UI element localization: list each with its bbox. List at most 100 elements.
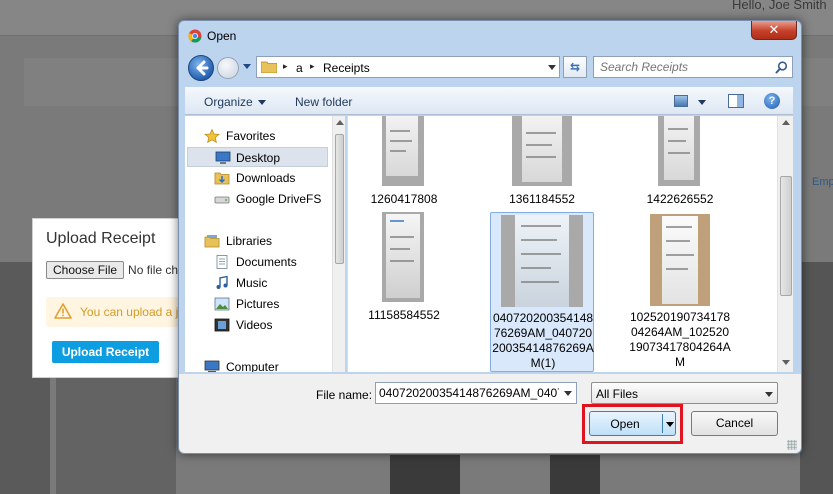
file-name-combobox[interactable] — [375, 382, 577, 404]
chevron-down-icon[interactable] — [698, 100, 706, 105]
desktop-icon — [215, 151, 231, 164]
file-name: 040720200354148 76269AM_040720 200354148… — [492, 311, 594, 370]
scroll-up-icon[interactable] — [782, 120, 790, 125]
nav-libraries-header[interactable]: Libraries — [185, 231, 333, 251]
warning-icon — [54, 303, 72, 319]
open-file-dialog: Open ✕ ▸ a ▸ Receipts ⇆ Organize New fol… — [178, 20, 802, 454]
new-folder-button[interactable]: New folder — [295, 95, 352, 109]
background-tile — [390, 455, 460, 494]
upload-card-title: Upload Receipt — [46, 230, 156, 247]
search-box[interactable] — [593, 56, 793, 78]
file-name: 11158584552 — [368, 308, 440, 322]
nav-label: Videos — [236, 318, 273, 332]
side-link[interactable]: Empl — [812, 176, 833, 188]
computer-icon — [204, 360, 220, 372]
breadcrumb-separator-icon[interactable]: ▸ — [283, 61, 288, 72]
file-item[interactable]: 1422626552 — [628, 116, 732, 208]
split-divider — [662, 414, 663, 433]
file-type-value: All Files — [596, 387, 639, 401]
scroll-thumb[interactable] — [335, 134, 344, 264]
file-item[interactable]: 102520190734178 04264AM_102520 190734178… — [628, 212, 732, 372]
file-name-input[interactable] — [379, 386, 559, 400]
drive-icon — [214, 196, 230, 204]
receipt-thumbnail — [382, 212, 424, 302]
nav-item-pictures[interactable]: Pictures — [185, 294, 333, 314]
scroll-up-icon[interactable] — [336, 120, 344, 125]
receipt-thumbnail — [650, 214, 710, 306]
nav-item-documents[interactable]: Documents — [185, 252, 333, 272]
file-type-select[interactable]: All Files — [591, 382, 778, 404]
nav-label: Downloads — [236, 171, 296, 185]
libraries-icon — [204, 235, 220, 248]
file-name: 1260417808 — [370, 192, 438, 206]
file-item[interactable]: 1260417808 — [352, 116, 456, 208]
organize-menu[interactable]: Organize — [204, 95, 253, 109]
refresh-icon: ⇆ — [569, 60, 581, 74]
nav-scrollbar[interactable] — [332, 116, 345, 372]
warning-text: You can upload a j — [80, 305, 179, 319]
search-icon[interactable] — [775, 61, 788, 74]
back-button[interactable] — [188, 55, 214, 81]
receipt-thumbnail — [658, 116, 700, 186]
file-name-label: File name: — [316, 388, 373, 402]
search-input[interactable] — [600, 60, 770, 74]
downloads-folder-icon — [214, 172, 230, 185]
videos-icon — [214, 318, 230, 332]
chevron-down-icon[interactable] — [666, 422, 674, 427]
nav-label: Google DriveFS — [236, 192, 322, 206]
refresh-button[interactable]: ⇆ — [563, 56, 587, 78]
nav-item-desktop[interactable]: Desktop — [187, 147, 328, 167]
receipt-thumbnail — [512, 116, 572, 186]
dialog-title-bar[interactable]: Open ✕ — [179, 21, 801, 49]
upload-receipt-card: Upload Receipt Choose File No file ch You… — [32, 218, 182, 378]
close-button[interactable]: ✕ — [751, 21, 797, 40]
receipt-thumbnail — [501, 215, 583, 307]
scroll-down-icon[interactable] — [782, 360, 790, 365]
chevron-down-icon[interactable] — [564, 391, 572, 396]
arrow-left-icon — [196, 60, 209, 76]
dialog-footer: File name: All Files Open Cancel — [179, 373, 801, 453]
resize-grip-icon[interactable] — [787, 440, 797, 450]
command-bar: Organize New folder ? — [185, 87, 793, 115]
nav-item-downloads[interactable]: Downloads — [185, 168, 333, 188]
chevron-down-icon[interactable] — [258, 100, 266, 105]
choose-file-button[interactable]: Choose File — [46, 261, 125, 279]
greeting-text: Hello, Joe Smith — [732, 0, 827, 12]
nav-label: Favorites — [226, 129, 276, 143]
file-item-selected[interactable]: 040720200354148 76269AM_040720 200354148… — [490, 212, 594, 372]
file-name: 1361184552 — [509, 192, 575, 206]
file-item[interactable]: 1361184552 — [490, 116, 594, 208]
file-list-scrollbar[interactable] — [777, 116, 793, 372]
chrome-icon — [188, 29, 202, 43]
chevron-down-icon[interactable] — [548, 65, 556, 70]
nav-item-computer[interactable]: Computer — [185, 357, 333, 372]
help-icon[interactable]: ? — [764, 93, 780, 109]
breadcrumb-a[interactable]: a — [296, 61, 303, 75]
address-bar[interactable]: ▸ a ▸ Receipts — [256, 56, 560, 78]
background-tile — [800, 262, 833, 494]
upload-receipt-button[interactable]: Upload Receipt — [52, 341, 159, 363]
breadcrumb-receipts[interactable]: Receipts — [323, 61, 370, 75]
forward-button[interactable] — [217, 57, 239, 79]
file-item[interactable]: 11158584552 — [352, 212, 456, 322]
open-button[interactable]: Open — [589, 411, 676, 436]
scroll-thumb[interactable] — [780, 176, 792, 296]
file-chooser: Choose File No file ch — [46, 261, 178, 279]
breadcrumb-separator-icon[interactable]: ▸ — [310, 61, 315, 72]
cancel-button[interactable]: Cancel — [691, 411, 778, 436]
nav-item-google-drivefs[interactable]: Google DriveFS — [185, 189, 333, 209]
folder-icon — [261, 61, 277, 73]
music-icon — [216, 276, 228, 289]
nav-favorites-header[interactable]: Favorites — [185, 126, 333, 146]
nav-item-music[interactable]: Music — [185, 273, 333, 293]
recent-locations-dropdown[interactable] — [243, 64, 251, 69]
background-tile — [550, 455, 600, 494]
change-view-icon[interactable] — [674, 95, 688, 107]
chevron-down-icon[interactable] — [765, 392, 773, 397]
file-name: 1422626552 — [646, 192, 714, 206]
nav-item-videos[interactable]: Videos — [185, 315, 333, 335]
nav-label: Desktop — [236, 151, 281, 165]
nav-label: Pictures — [236, 297, 280, 311]
preview-pane-icon[interactable] — [728, 94, 744, 108]
dialog-title: Open — [207, 29, 237, 43]
